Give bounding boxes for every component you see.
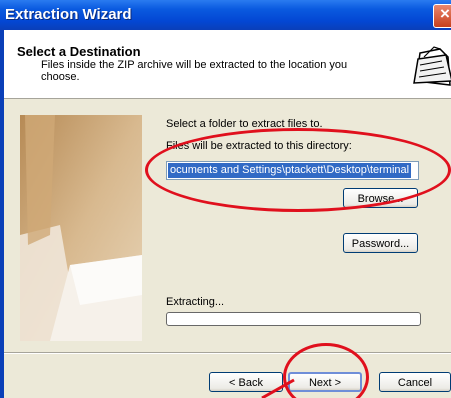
extraction-wizard-window: Extraction Wizard × Select a Destination… xyxy=(0,0,451,398)
folder-icon xyxy=(410,43,451,93)
page-title: Select a Destination xyxy=(17,44,141,59)
highlight-ellipse-path xyxy=(145,128,451,212)
wizard-header: Select a Destination Files inside the ZI… xyxy=(4,30,451,99)
extraction-progress-bar xyxy=(166,312,421,326)
footer-divider xyxy=(4,352,451,354)
cancel-button[interactable]: Cancel xyxy=(379,372,451,392)
window-title: Extraction Wizard xyxy=(5,6,132,23)
annotation-arrow-icon xyxy=(261,378,295,398)
wizard-artwork-icon xyxy=(20,115,142,341)
close-icon: × xyxy=(440,4,450,23)
extracting-label: Extracting... xyxy=(166,296,225,308)
close-button[interactable]: × xyxy=(433,4,451,28)
password-button[interactable]: Password... xyxy=(343,233,418,253)
title-bar[interactable]: Extraction Wizard × xyxy=(0,0,451,30)
page-description: Files inside the ZIP archive will be ext… xyxy=(41,59,348,83)
